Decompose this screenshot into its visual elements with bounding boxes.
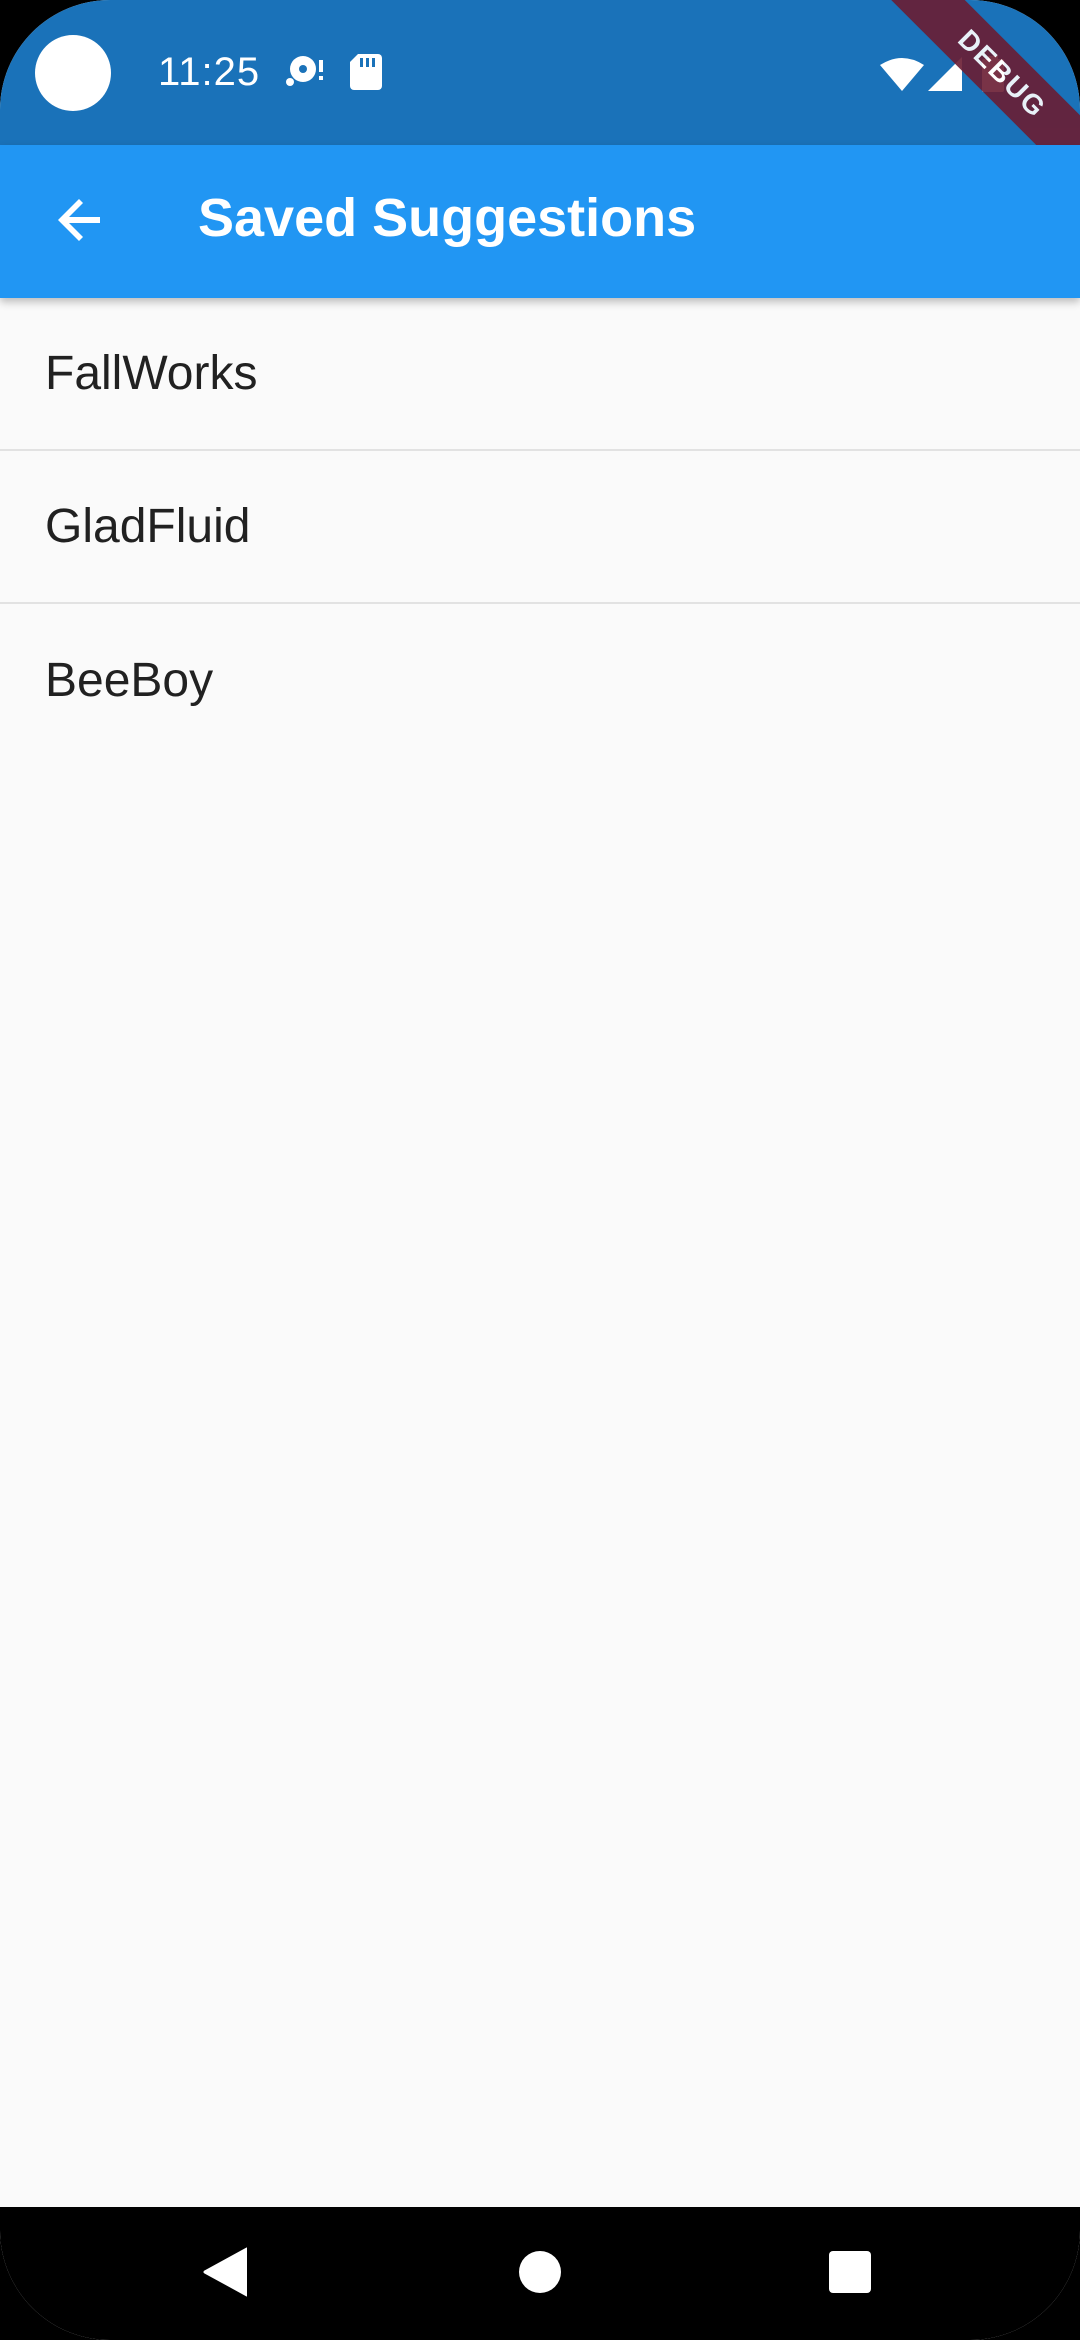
home-circle-icon bbox=[518, 2250, 562, 2299]
navigation-bar bbox=[0, 2207, 1080, 2340]
saved-suggestions-list: FallWorks GladFluid BeeBoy bbox=[0, 298, 1080, 757]
wifi-icon bbox=[880, 57, 924, 96]
sd-card-icon bbox=[350, 54, 382, 95]
list-item[interactable]: FallWorks bbox=[0, 298, 1080, 451]
list-item[interactable]: BeeBoy bbox=[0, 604, 1080, 757]
app-screen: 11:25 DEBUG Saved Suggestions FallWorks … bbox=[0, 0, 1080, 2340]
arrow-back-icon bbox=[56, 196, 104, 249]
back-button[interactable] bbox=[30, 172, 130, 272]
page-title: Saved Suggestions bbox=[198, 188, 697, 248]
recents-square-icon bbox=[828, 2250, 872, 2299]
back-triangle-icon bbox=[203, 2247, 249, 2302]
notification-icon bbox=[285, 54, 325, 93]
suggestion-label: FallWorks bbox=[45, 347, 258, 400]
list-item[interactable]: GladFluid bbox=[0, 451, 1080, 604]
suggestion-label: GladFluid bbox=[45, 500, 251, 553]
camera-cutout bbox=[35, 35, 111, 111]
status-time: 11:25 bbox=[158, 50, 261, 94]
app-bar: Saved Suggestions bbox=[0, 145, 1080, 298]
status-bar: 11:25 DEBUG bbox=[0, 0, 1080, 199]
suggestion-label: BeeBoy bbox=[45, 654, 214, 707]
nav-recents-button[interactable] bbox=[805, 2229, 895, 2319]
nav-back-button[interactable] bbox=[180, 2229, 270, 2319]
nav-home-button[interactable] bbox=[495, 2229, 585, 2319]
